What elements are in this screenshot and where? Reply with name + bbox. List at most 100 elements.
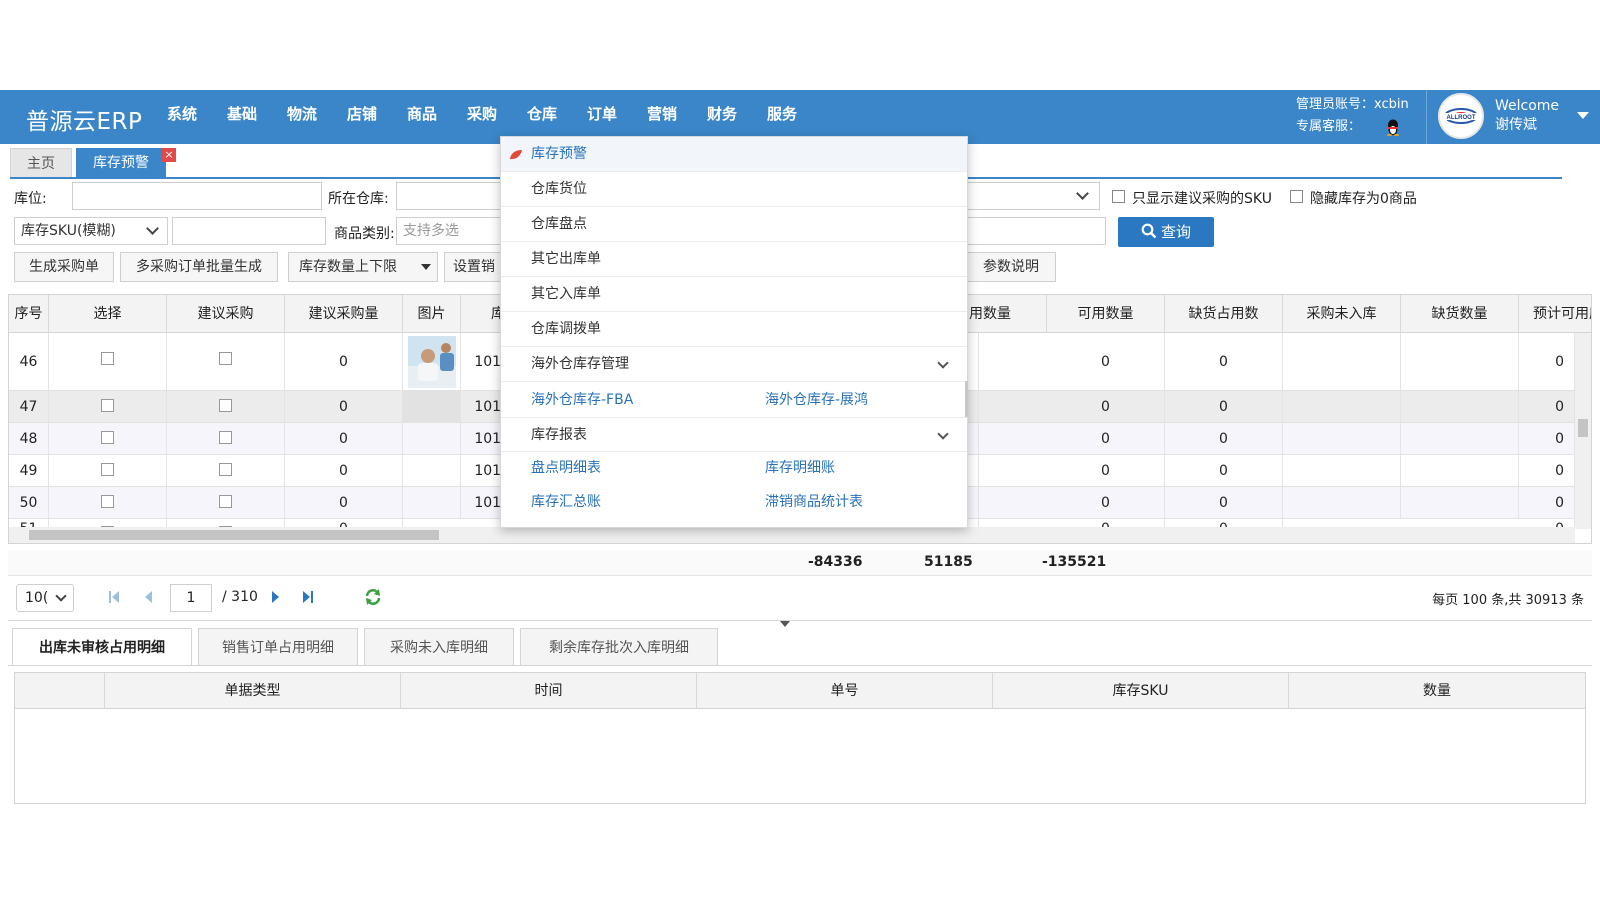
stock-limit-button[interactable]: 库存数量上下限 [288, 252, 438, 282]
cell-shortage-used: 0 [1165, 455, 1283, 486]
user-menu[interactable]: ALLROOT Welcome 谢传斌 [1426, 90, 1600, 144]
nav-store[interactable]: 店铺 [347, 90, 407, 144]
first-page-icon[interactable] [108, 590, 120, 604]
tab-stock-alert[interactable]: 库存预警 [76, 148, 166, 178]
panel-splitter[interactable] [8, 620, 1592, 627]
row-suggest-checkbox[interactable] [219, 462, 232, 476]
set-sales-button[interactable]: 设置销 [444, 252, 508, 282]
cell-index: 48 [9, 423, 49, 454]
cell-image [403, 455, 461, 486]
detail-grid: 单据类型 时间 单号 库存SKU 数量 [14, 672, 1586, 804]
param-help-button[interactable]: 参数说明 [966, 252, 1056, 282]
hide-zero-checkbox[interactable] [1290, 190, 1303, 203]
row-select-checkbox[interactable] [101, 494, 114, 508]
page-size-select[interactable]: 10( [16, 584, 74, 612]
cell-shortage-used: 0 [1165, 487, 1283, 518]
tab-po-pending[interactable]: 采购未入库明细 [364, 628, 514, 666]
vertical-scroll-thumb[interactable] [1578, 419, 1588, 437]
row-select-checkbox[interactable] [101, 398, 114, 412]
cell-expected: 0 [1519, 423, 1575, 454]
nav-product[interactable]: 商品 [407, 90, 467, 144]
col-time: 时间 [401, 673, 697, 709]
total-available: 51185 [924, 554, 973, 570]
chevron-down-icon [55, 590, 67, 602]
page-summary: 每页 100 条,共 30913 条 [1432, 593, 1584, 608]
cell-select [49, 487, 167, 518]
cell-shortage [1401, 391, 1519, 422]
menu-link-stock-ledger[interactable]: 库存明细账 [765, 457, 835, 477]
cell-expected: 0 [1519, 487, 1575, 518]
chevron-down-icon [937, 428, 949, 440]
last-page-icon[interactable] [302, 590, 314, 604]
cell-image [403, 423, 461, 454]
horizontal-scrollbar[interactable] [9, 527, 1575, 543]
cell-suggest [167, 423, 285, 454]
sku-mode-select[interactable]: 库存SKU(模糊) [14, 217, 168, 245]
menu-item-other-inbound[interactable]: 其它入库单 [501, 277, 967, 312]
horizontal-scroll-thumb[interactable] [29, 530, 439, 540]
tab-outbound-unreviewed[interactable]: 出库未审核占用明细 [12, 628, 192, 666]
menu-link-stocktake-detail[interactable]: 盘点明细表 [531, 457, 601, 477]
batch-po-button[interactable]: 多采购订单批量生成 [120, 252, 278, 282]
cell-image [403, 391, 461, 422]
hide-zero-label: 隐藏库存为0商品 [1310, 191, 1417, 207]
category-label: 商品类别: [334, 226, 395, 242]
menu-item-stocktake[interactable]: 仓库盘点 [501, 207, 967, 242]
caret-down-icon[interactable] [1577, 112, 1589, 119]
qq-penguin-icon[interactable] [1386, 119, 1400, 136]
query-button[interactable]: 查询 [1118, 217, 1214, 247]
tab-home[interactable]: 主页 [10, 148, 72, 178]
refresh-icon[interactable] [364, 588, 382, 606]
tab-sales-order-used[interactable]: 销售订单占用明细 [198, 628, 358, 666]
warehouse-label: 所在仓库: [328, 191, 389, 207]
row-select-checkbox[interactable] [101, 462, 114, 476]
detail-tab-line [8, 665, 1592, 666]
col-blank [15, 673, 105, 709]
location-input[interactable] [72, 182, 322, 210]
page-size-value: 10( [25, 590, 49, 606]
menu-link-fba[interactable]: 海外仓库存-FBA [531, 389, 633, 409]
menu-item-stock-alert[interactable]: 库存预警 [501, 137, 967, 172]
create-po-button[interactable]: 生成采购单 [14, 252, 114, 282]
welcome-text: Welcome 谢传斌 [1495, 97, 1559, 135]
close-icon[interactable]: × [162, 148, 176, 162]
row-suggest-checkbox[interactable] [219, 351, 232, 365]
cell-index: 50 [9, 487, 49, 518]
menu-link-slow-moving[interactable]: 滞销商品统计表 [765, 491, 863, 511]
row-suggest-checkbox[interactable] [219, 430, 232, 444]
only-suggest-checkbox[interactable] [1112, 190, 1125, 203]
collapse-caret-icon[interactable] [780, 621, 790, 627]
cell-shortage [1401, 455, 1519, 486]
product-thumbnail[interactable] [407, 336, 456, 388]
cell-po-pending [1283, 487, 1401, 518]
menu-group-reports[interactable]: 库存报表 [501, 417, 967, 452]
nav-system[interactable]: 系统 [167, 90, 227, 144]
col-shortage: 缺货数量 [1401, 295, 1519, 333]
menu-item-transfer[interactable]: 仓库调拨单 [501, 312, 967, 347]
menu-link-zhanhong[interactable]: 海外仓库存-展鸿 [765, 389, 868, 409]
row-select-checkbox[interactable] [101, 430, 114, 444]
next-page-icon[interactable] [270, 590, 282, 604]
row-select-checkbox[interactable] [101, 351, 114, 365]
cell-suggest [167, 333, 285, 390]
menu-item-other-outbound[interactable]: 其它出库单 [501, 242, 967, 277]
vertical-scrollbar[interactable] [1575, 333, 1591, 529]
tab-remaining-batch[interactable]: 剩余库存批次入库明细 [520, 628, 718, 666]
nav-logistics[interactable]: 物流 [287, 90, 347, 144]
row-suggest-checkbox[interactable] [219, 398, 232, 412]
avatar[interactable]: ALLROOT [1438, 93, 1484, 139]
menu-scrollbar[interactable] [965, 381, 968, 417]
total-used: -84336 [808, 554, 863, 570]
prev-page-icon[interactable] [142, 590, 154, 604]
menu-group-overseas[interactable]: 海外仓库存管理 [501, 347, 967, 382]
page-number-input[interactable]: 1 [170, 584, 212, 612]
menu-link-stock-summary[interactable]: 库存汇总账 [531, 491, 601, 511]
menu-item-locations[interactable]: 仓库货位 [501, 172, 967, 207]
menu-item-label: 库存预警 [531, 146, 587, 162]
company-logo-icon: ALLROOT [1444, 108, 1478, 124]
row-suggest-checkbox[interactable] [219, 494, 232, 508]
cell-suggest [167, 455, 285, 486]
sku-input[interactable] [172, 217, 326, 245]
nav-basic[interactable]: 基础 [227, 90, 287, 144]
app-logo[interactable]: 普源云ERP [26, 102, 142, 136]
